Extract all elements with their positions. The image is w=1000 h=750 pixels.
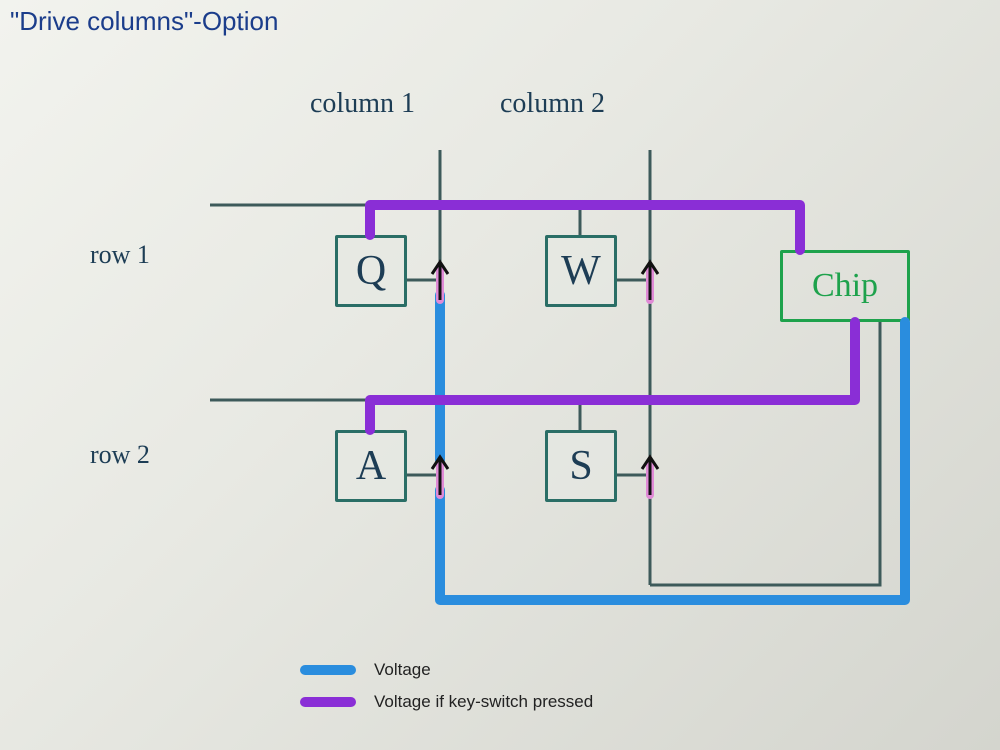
key-w: W: [545, 235, 617, 307]
label-column-2: column 2: [500, 88, 605, 120]
key-a: A: [335, 430, 407, 502]
label-column-1: column 1: [310, 88, 415, 120]
legend-row-voltage: Voltage: [300, 660, 593, 680]
label-row-2: row 2: [90, 440, 150, 470]
legend-row-voltage-pressed: Voltage if key-switch pressed: [300, 692, 593, 712]
legend: Voltage Voltage if key-switch pressed: [300, 660, 593, 724]
chip-box: Chip: [780, 250, 910, 322]
arrow-up-icon: [432, 457, 448, 495]
key-q: Q: [335, 235, 407, 307]
voltage-pressed-row2b: [440, 322, 855, 400]
diagram-stage: "Drive columns"-Option column 1 column 2…: [0, 0, 1000, 750]
arrow-up-icon: [432, 262, 448, 300]
page-title: "Drive columns"-Option: [10, 6, 278, 37]
arrow-up-icon: [642, 262, 658, 300]
legend-label-voltage-pressed: Voltage if key-switch pressed: [374, 692, 593, 712]
voltage-path-main: [440, 322, 905, 600]
legend-swatch-purple: [300, 697, 356, 707]
legend-swatch-blue: [300, 665, 356, 675]
legend-label-voltage: Voltage: [374, 660, 431, 680]
voltage-pressed-row2a: [370, 400, 440, 430]
key-s: S: [545, 430, 617, 502]
arrow-up-icon: [642, 457, 658, 495]
label-row-1: row 1: [90, 240, 150, 270]
